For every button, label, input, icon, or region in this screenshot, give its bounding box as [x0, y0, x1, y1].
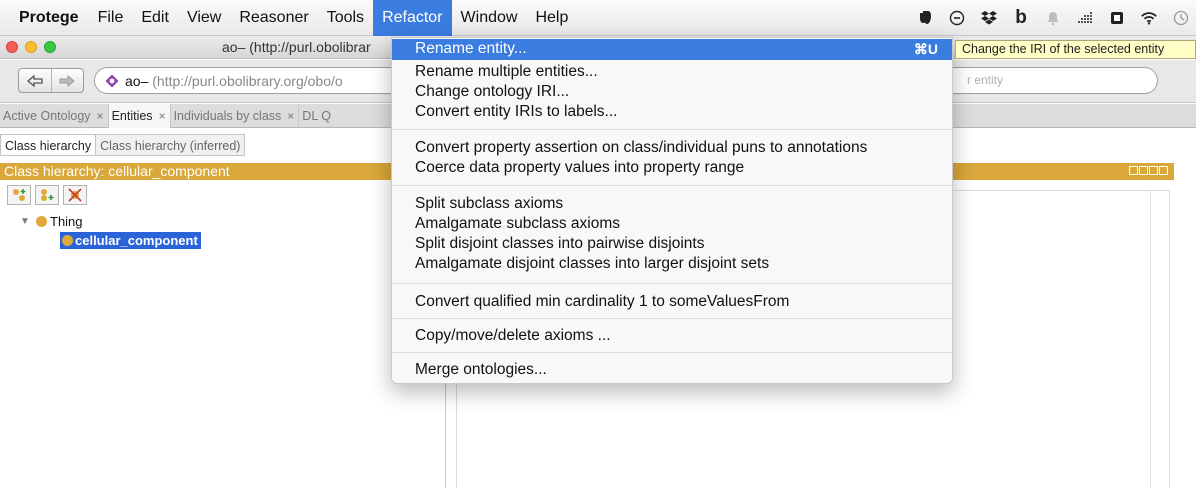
- tab-dl-query[interactable]: DL Q: [299, 104, 335, 128]
- traffic-lights: [6, 41, 56, 53]
- menu-item-split-disjoint-classes[interactable]: Split disjoint classes into pairwise dis…: [392, 234, 952, 254]
- menu-item-rename-multiple-entities[interactable]: Rename multiple entities...: [392, 62, 952, 82]
- tab-label: Individuals by class: [173, 108, 282, 123]
- evernote-icon[interactable]: [916, 9, 934, 27]
- menu-tools[interactable]: Tools: [318, 0, 373, 36]
- class-dot-icon: [36, 216, 47, 227]
- menu-item-convert-property-assertion-puns[interactable]: Convert property assertion on class/indi…: [392, 138, 952, 158]
- subtab-class-hierarchy[interactable]: Class hierarchy: [0, 134, 97, 156]
- nav-buttons: [18, 68, 84, 93]
- tab-entities[interactable]: Entities ×: [108, 103, 171, 128]
- menu-item-convert-iris-to-labels[interactable]: Convert entity IRIs to labels...: [392, 102, 952, 122]
- menu-separator: [392, 352, 952, 353]
- menu-separator: [392, 129, 952, 130]
- menu-item-label: Rename entity...: [415, 40, 527, 57]
- ontology-address-text: ao– (http://purl.obolibrary.org/obo/o: [125, 73, 343, 89]
- menu-edit[interactable]: Edit: [132, 0, 178, 36]
- menu-separator: [392, 185, 952, 186]
- view-control-icon[interactable]: [1129, 166, 1138, 175]
- tree-node-label: cellular_component: [75, 233, 198, 248]
- menu-app-protege[interactable]: Protege: [0, 0, 89, 36]
- ontology-name: ao–: [125, 73, 149, 89]
- tab-close-icon[interactable]: ×: [97, 104, 104, 128]
- menu-separator: [392, 318, 952, 319]
- status-icons: b: [916, 0, 1196, 36]
- view-control-icon[interactable]: [1139, 166, 1148, 175]
- menu-view[interactable]: View: [178, 0, 230, 36]
- add-subclass-icon[interactable]: [7, 185, 31, 205]
- menu-window[interactable]: Window: [452, 0, 527, 36]
- tab-active-ontology[interactable]: Active Ontology ×: [0, 103, 109, 128]
- refactor-menu: Rename entity... ⌘U Rename multiple enti…: [391, 37, 953, 384]
- class-hierarchy-header: Class hierarchy: cellular_component: [0, 163, 446, 180]
- menu-item-copy-move-delete-axioms[interactable]: Copy/move/delete axioms ...: [392, 326, 952, 346]
- minus-circle-icon[interactable]: [948, 9, 966, 27]
- menu-separator: [392, 283, 952, 284]
- class-tree-tools: [7, 185, 87, 205]
- menu-help[interactable]: Help: [526, 0, 577, 36]
- ontology-diamond-icon: [105, 74, 119, 88]
- tab-close-icon[interactable]: ×: [159, 104, 166, 128]
- class-hierarchy-panel: Class hierarchy Class hierarchy (inferre…: [0, 130, 446, 488]
- menu-item-coerce-data-property-values[interactable]: Coerce data property values into propert…: [392, 158, 952, 178]
- menu-bar: Protege File Edit View Reasoner Tools Re…: [0, 0, 1196, 36]
- tooltip: Change the IRI of the selected entity: [955, 40, 1196, 59]
- close-window-button[interactable]: [6, 41, 18, 53]
- view-controls: [1129, 166, 1168, 175]
- menu-refactor[interactable]: Refactor: [373, 0, 452, 36]
- tab-close-icon[interactable]: ×: [287, 104, 294, 128]
- delete-class-icon[interactable]: [63, 185, 87, 205]
- menu-item-amalgamate-subclass-axioms[interactable]: Amalgamate subclass axioms: [392, 214, 952, 234]
- minimize-window-button[interactable]: [25, 41, 37, 53]
- back-arrow-icon[interactable]: [19, 69, 51, 92]
- view-control-icon[interactable]: [1159, 166, 1168, 175]
- wifi-icon[interactable]: [1140, 9, 1158, 27]
- class-hierarchy-subtabs: Class hierarchy Class hierarchy (inferre…: [0, 134, 246, 157]
- tab-label: Entities: [111, 108, 153, 123]
- entity-search-placeholder: r entity: [967, 73, 1004, 87]
- menu-item-convert-qualified-min-cardinality[interactable]: Convert qualified min cardinality 1 to s…: [392, 292, 952, 312]
- tab-label: Active Ontology: [3, 108, 91, 123]
- b-icon[interactable]: b: [1012, 7, 1030, 28]
- view-control-icon[interactable]: [1149, 166, 1158, 175]
- menu-reasoner[interactable]: Reasoner: [230, 0, 317, 36]
- subtab-class-hierarchy-inferred[interactable]: Class hierarchy (inferred): [95, 134, 246, 156]
- tab-label: DL Q: [302, 108, 332, 123]
- lock-icon[interactable]: [1108, 9, 1126, 27]
- clock-icon[interactable]: [1172, 9, 1190, 27]
- menu-item-split-subclass-axioms[interactable]: Split subclass axioms: [392, 194, 952, 214]
- detail-panel-scrollbar[interactable]: [1150, 190, 1170, 488]
- add-sibling-icon[interactable]: [35, 185, 59, 205]
- menu-item-change-ontology-iri[interactable]: Change ontology IRI...: [392, 82, 952, 102]
- window-title: ao– (http://purl.obolibrar: [222, 39, 371, 55]
- selected-class-row[interactable]: cellular_component: [60, 232, 201, 249]
- tree-node-thing[interactable]: ▼ Thing: [20, 214, 83, 229]
- menu-item-rename-entity[interactable]: Rename entity... ⌘U: [392, 39, 952, 60]
- bell-icon[interactable]: [1044, 9, 1062, 27]
- menu-item-merge-ontologies[interactable]: Merge ontologies...: [392, 360, 952, 380]
- ontology-iri: (http://purl.obolibrary.org/obo/o: [152, 73, 343, 89]
- menu-file[interactable]: File: [89, 0, 133, 36]
- tab-individuals-by-class[interactable]: Individuals by class ×: [171, 103, 300, 128]
- menu-item-shortcut: ⌘U: [913, 41, 938, 57]
- tree-node-label: Thing: [50, 214, 83, 229]
- dropbox-icon[interactable]: [980, 9, 998, 27]
- expand-triangle-icon[interactable]: ▼: [20, 216, 36, 227]
- zoom-window-button[interactable]: [44, 41, 56, 53]
- tree-node-cellular-component[interactable]: cellular_component: [60, 232, 201, 249]
- menu-item-amalgamate-disjoint-classes[interactable]: Amalgamate disjoint classes into larger …: [392, 254, 952, 274]
- grid-dots-icon[interactable]: [1076, 9, 1094, 27]
- forward-arrow-icon[interactable]: [50, 69, 84, 92]
- class-dot-icon: [62, 235, 73, 246]
